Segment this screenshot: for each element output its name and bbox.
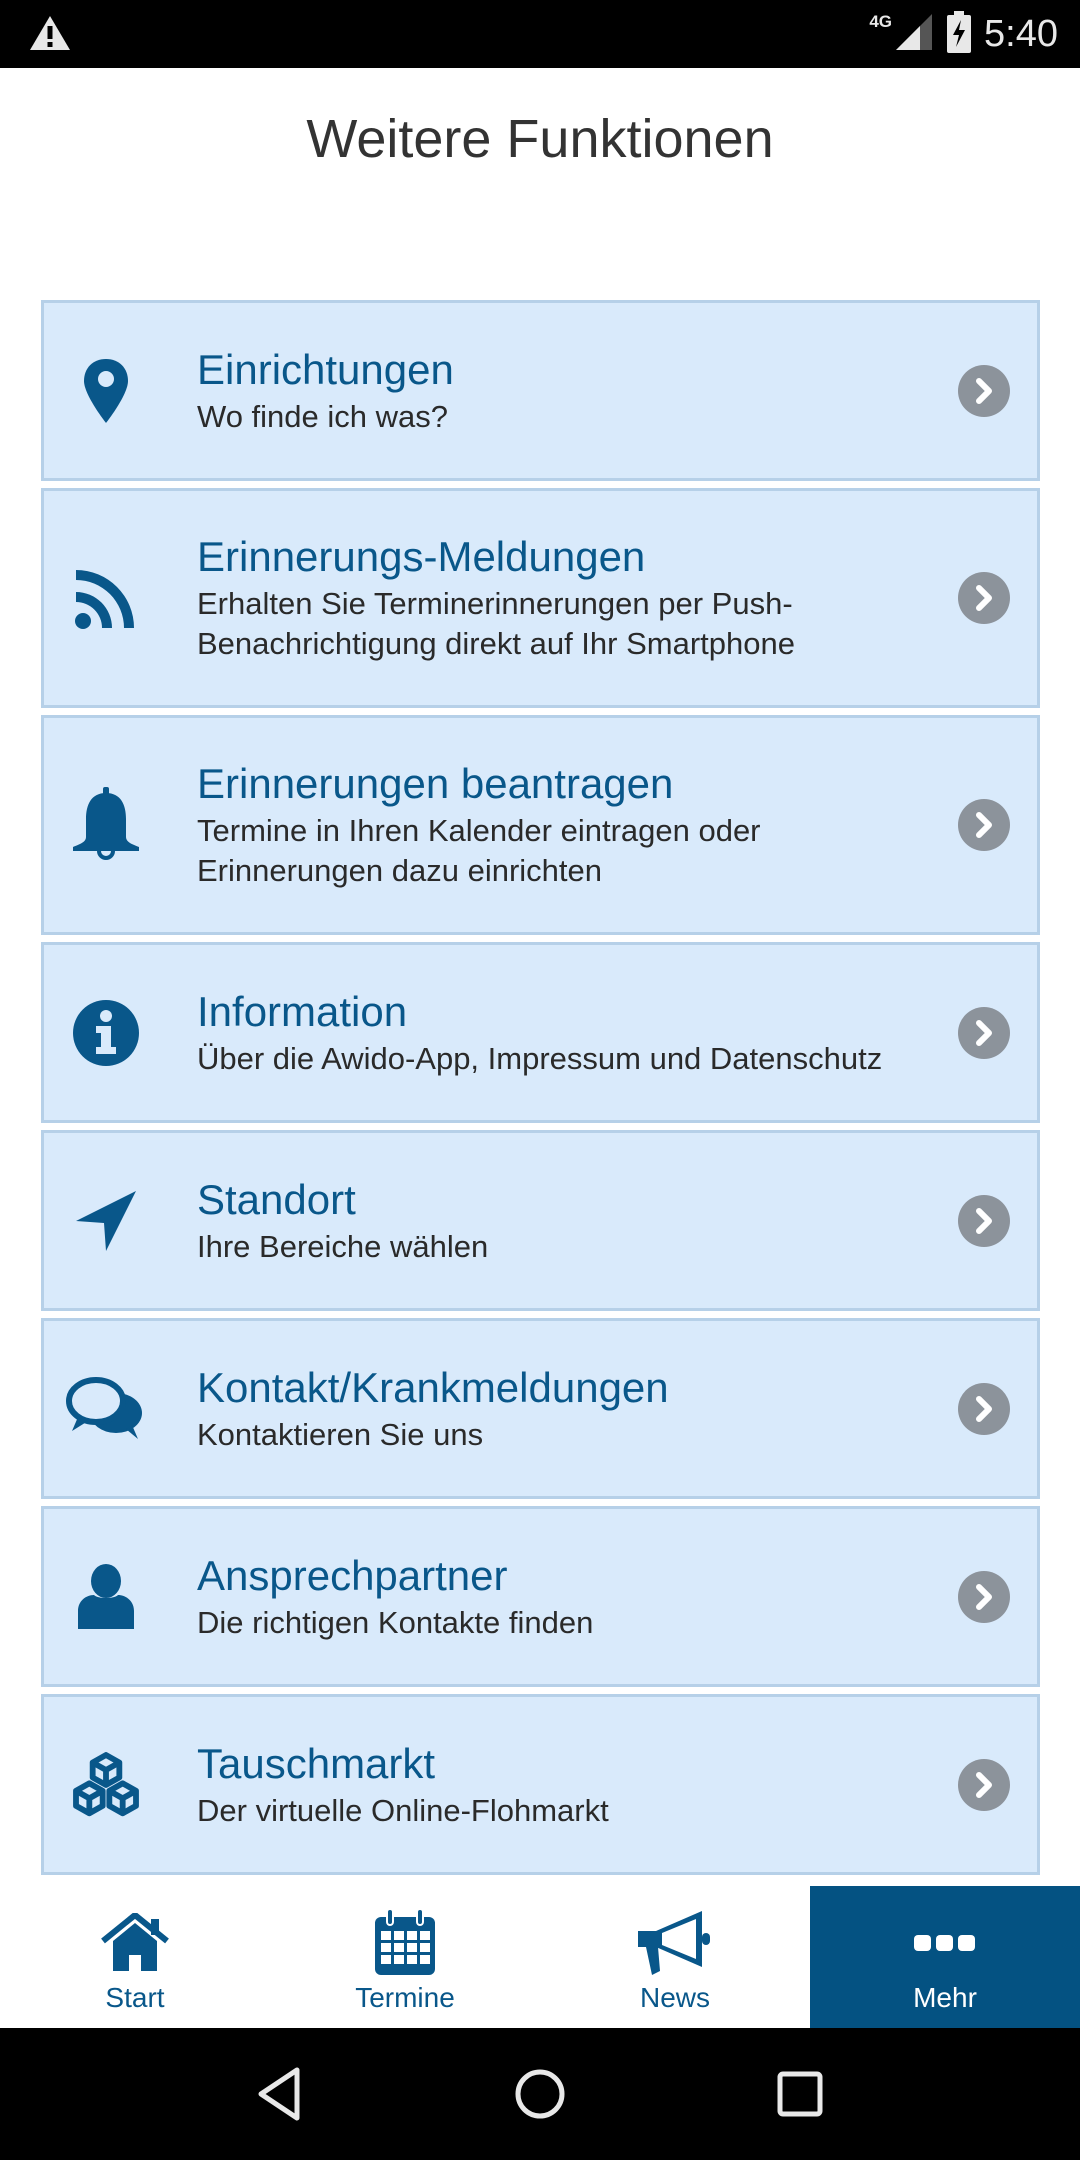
menu-item-standort[interactable]: Standort Ihre Bereiche wählen <box>41 1130 1040 1311</box>
menu-item-title: Standort <box>197 1175 356 1223</box>
info-icon <box>66 993 146 1073</box>
rss-icon <box>66 558 146 638</box>
menu-item-subtitle: Ihre Bereiche wählen <box>197 1228 489 1264</box>
menu-item-title: Einrichtungen <box>197 345 454 393</box>
chevron-right-icon <box>958 1194 1010 1247</box>
back-icon[interactable] <box>250 2064 310 2124</box>
calendar-icon <box>373 1908 437 1978</box>
menu-item-subtitle: Über die Awido-App, Impressum und Datens… <box>197 1040 883 1076</box>
chevron-right-icon <box>958 1758 1010 1811</box>
menu-item-title: Information <box>197 987 408 1035</box>
tab-label: Start <box>105 1982 165 2013</box>
page-title: Weitere Funktionen <box>306 109 774 169</box>
bell-icon <box>66 785 146 865</box>
menu-item-title: Erinnerungs-Meldungen <box>197 533 646 580</box>
menu-item-title: Ansprechpartner <box>197 1551 508 1599</box>
menu-item-subtitle: Erhalten Sie Terminerinnerungen per Push… <box>197 586 795 661</box>
tab-start[interactable]: Start <box>0 1886 270 2028</box>
tab-label: Mehr <box>913 1982 977 2013</box>
bottom-navigation: Start Termine News Mehr <box>0 1886 1080 2028</box>
tab-news[interactable]: News <box>540 1886 810 2028</box>
network-type: 4G <box>869 12 893 31</box>
signal-icon <box>894 12 934 57</box>
menu-item-subtitle: Kontaktieren Sie uns <box>197 1416 484 1452</box>
chevron-right-icon <box>958 1570 1010 1623</box>
menu-item-information[interactable]: Information Über die Awido-App, Impressu… <box>41 942 1040 1123</box>
warning-icon <box>28 14 72 57</box>
status-bar: 4G 5:40 <box>0 0 1080 68</box>
tab-label: News <box>639 1982 710 2013</box>
clock: 5:40 <box>984 12 1058 55</box>
menu-item-erinnerungs-meldungen[interactable]: Erinnerungs-Meldungen Erhalten Sie Termi… <box>41 488 1040 708</box>
megaphone-icon <box>636 1908 714 1978</box>
feature-list: Einrichtungen Wo finde ich was? Erinneru… <box>41 300 1040 1882</box>
chevron-right-icon <box>958 799 1010 851</box>
more-icon <box>913 1908 977 1978</box>
menu-item-subtitle: Die richtigen Kontakte finden <box>197 1604 594 1640</box>
menu-item-subtitle: Wo finde ich was? <box>197 398 448 434</box>
chevron-right-icon <box>958 364 1010 417</box>
chat-bubbles-icon <box>66 1369 146 1449</box>
tab-label: Termine <box>355 1982 455 2013</box>
map-marker-icon <box>66 351 146 431</box>
user-icon <box>66 1557 146 1637</box>
chevron-right-icon <box>958 1382 1010 1435</box>
menu-item-erinnerungen-beantragen[interactable]: Erinnerungen beantragen Termine in Ihren… <box>41 715 1040 935</box>
tab-mehr[interactable]: Mehr <box>810 1886 1080 2028</box>
menu-item-einrichtungen[interactable]: Einrichtungen Wo finde ich was? <box>41 300 1040 481</box>
location-arrow-icon <box>66 1181 146 1261</box>
chevron-right-icon <box>958 1006 1010 1059</box>
recents-icon[interactable] <box>770 2064 830 2124</box>
menu-item-subtitle: Der virtuelle Online-Flohmarkt <box>197 1792 609 1828</box>
tab-termine[interactable]: Termine <box>270 1886 540 2028</box>
menu-item-title: Tauschmarkt <box>197 1739 436 1787</box>
menu-item-ansprechpartner[interactable]: Ansprechpartner Die richtigen Kontakte f… <box>41 1506 1040 1687</box>
battery-charging-icon <box>946 10 972 58</box>
cubes-icon <box>66 1745 146 1825</box>
home-icon <box>99 1908 171 1978</box>
chevron-right-icon <box>958 572 1010 624</box>
page-header: Weitere Funktionen <box>0 68 1080 218</box>
home-circle-icon[interactable] <box>510 2064 570 2124</box>
system-navigation-bar <box>0 2028 1080 2160</box>
menu-item-title: Erinnerungen beantragen <box>197 760 674 807</box>
menu-item-kontakt[interactable]: Kontakt/Krankmeldungen Kontaktieren Sie … <box>41 1318 1040 1499</box>
menu-item-subtitle: Termine in Ihren Kalender eintragen oder… <box>197 813 761 888</box>
menu-item-tauschmarkt[interactable]: Tauschmarkt Der virtuelle Online-Flohmar… <box>41 1694 1040 1875</box>
menu-item-title: Kontakt/Krankmeldungen <box>197 1363 669 1411</box>
